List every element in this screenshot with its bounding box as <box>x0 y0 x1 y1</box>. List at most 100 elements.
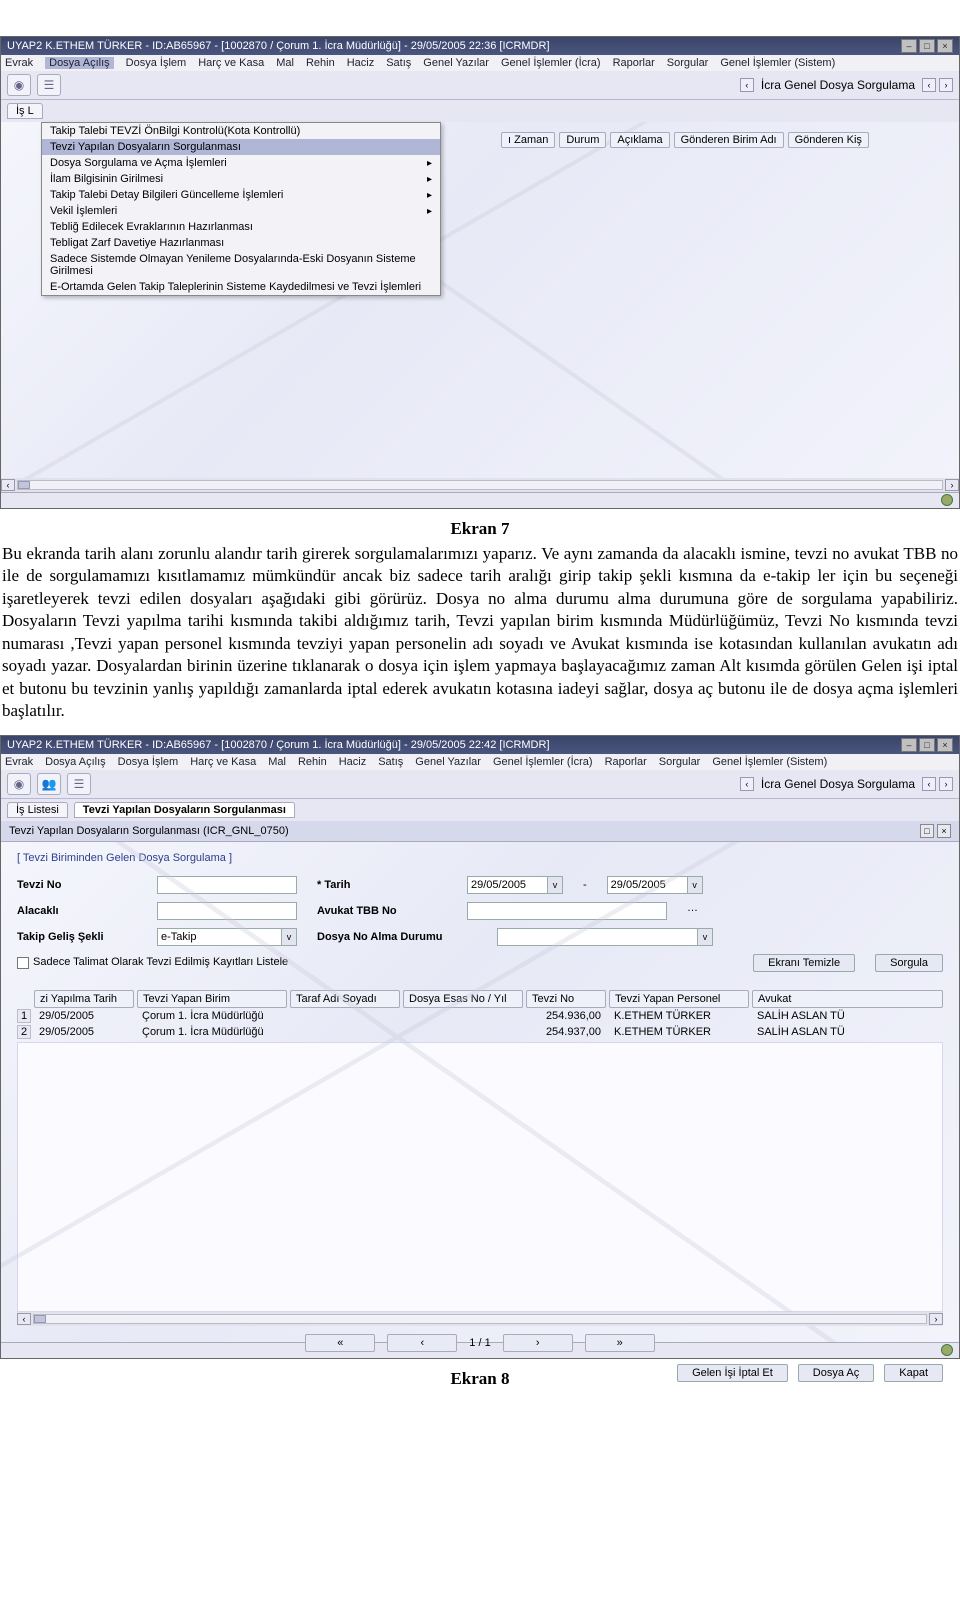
column-header[interactable]: Gönderen Birim Adı <box>674 132 784 148</box>
menu-item[interactable]: Dosya Açılış <box>45 57 114 69</box>
menu-item[interactable]: Rehin <box>306 57 335 69</box>
checkbox-icon[interactable] <box>17 957 29 969</box>
menu-item[interactable]: Harç ve Kasa <box>198 57 264 69</box>
dropdown-item[interactable]: Dosya Sorgulama ve Açma İşlemleri▸ <box>42 155 440 171</box>
menu-item[interactable]: Genel Yazılar <box>415 756 481 768</box>
menu-item[interactable]: Genel Yazılar <box>423 57 489 69</box>
horizontal-scrollbar[interactable]: ‹ › <box>17 1312 943 1326</box>
dropdown-item[interactable]: Vekil İşlemleri▸ <box>42 203 440 219</box>
menu-item[interactable]: Mal <box>276 57 294 69</box>
nav-next-button[interactable]: › <box>939 777 953 791</box>
dropdown-item[interactable]: E-Ortamda Gelen Takip Taleplerinin Siste… <box>42 279 440 295</box>
menu-item[interactable]: Satış <box>386 57 411 69</box>
column-header[interactable]: Tevzi No <box>526 990 606 1008</box>
takip-gelis-input[interactable]: e-Takip <box>157 928 281 946</box>
date-from-combo[interactable]: 29/05/2005v <box>467 876 563 894</box>
minimize-button[interactable]: – <box>901 39 917 53</box>
dosya-no-alma-combo[interactable]: v <box>497 928 713 946</box>
alacakli-input[interactable] <box>157 902 297 920</box>
menu-item[interactable]: Sorgular <box>667 57 709 69</box>
nav-prev-button[interactable]: ‹ <box>740 777 754 791</box>
column-header[interactable]: Açıklama <box>610 132 669 148</box>
nav-prev2-button[interactable]: ‹ <box>922 78 936 92</box>
dropdown-item[interactable]: Sadece Sistemde Olmayan Yenileme Dosyala… <box>42 251 440 279</box>
dropdown-item[interactable]: Tebliğ Edilecek Evraklarının Hazırlanmas… <box>42 219 440 235</box>
tab-is-listesi[interactable]: İş Listesi <box>7 802 68 818</box>
minimize-button[interactable]: – <box>901 738 917 752</box>
panel-max-button[interactable]: □ <box>920 824 934 838</box>
toolbar-icon[interactable]: ◉ <box>7 773 31 795</box>
menu-item[interactable]: Genel İşlemler (İcra) <box>493 756 593 768</box>
table-row[interactable]: 2 29/05/2005 Çorum 1. İcra Müdürlüğü 254… <box>17 1024 943 1040</box>
column-header[interactable]: Tevzi Yapan Personel <box>609 990 749 1008</box>
scroll-track[interactable] <box>17 480 943 490</box>
date-to-combo[interactable]: 29/05/2005v <box>607 876 703 894</box>
dropdown-item[interactable]: İlam Bilgisinin Girilmesi▸ <box>42 171 440 187</box>
nav-prev2-button[interactable]: ‹ <box>922 777 936 791</box>
maximize-button[interactable]: □ <box>919 738 935 752</box>
menu-item[interactable]: Genel İşlemler (Sistem) <box>720 57 835 69</box>
tab-is-listesi[interactable]: İş L <box>7 103 43 119</box>
horizontal-scrollbar[interactable]: ‹ › <box>1 478 959 492</box>
panel-close-button[interactable]: × <box>937 824 951 838</box>
toolbar-icon[interactable]: ☰ <box>67 773 91 795</box>
pager-first-button[interactable]: « <box>305 1334 375 1352</box>
checkbox-row[interactable]: Sadece Talimat Olarak Tevzi Edilmiş Kayı… <box>17 956 288 968</box>
lookup-button[interactable]: … <box>687 902 709 920</box>
menu-item[interactable]: Evrak <box>5 756 33 768</box>
scroll-thumb[interactable] <box>34 1315 46 1323</box>
menu-item[interactable]: Sorgular <box>659 756 701 768</box>
menu-item[interactable]: Raporlar <box>605 756 647 768</box>
column-header[interactable]: zi Yapılma Tarih <box>34 990 134 1008</box>
column-header[interactable]: Durum <box>559 132 606 148</box>
scroll-track[interactable] <box>33 1314 927 1324</box>
dropdown-item[interactable]: Tebligat Zarf Davetiye Hazırlanması <box>42 235 440 251</box>
menu-item[interactable]: Genel İşlemler (Sistem) <box>712 756 827 768</box>
menu-item[interactable]: Rehin <box>298 756 327 768</box>
dropdown-icon[interactable]: v <box>697 928 713 946</box>
toolbar-icon[interactable]: ☰ <box>37 74 61 96</box>
menu-item[interactable]: Haciz <box>339 756 367 768</box>
column-header[interactable]: Taraf Adı Soyadı <box>290 990 400 1008</box>
scroll-right-button[interactable]: › <box>929 1313 943 1325</box>
menu-item[interactable]: Dosya İşlem <box>118 756 179 768</box>
scroll-right-button[interactable]: › <box>945 479 959 491</box>
column-header[interactable]: Gönderen Kiş <box>788 132 869 148</box>
maximize-button[interactable]: □ <box>919 39 935 53</box>
dropdown-icon[interactable]: v <box>547 876 563 894</box>
dosya-no-alma-input[interactable] <box>497 928 697 946</box>
date-from-input[interactable]: 29/05/2005 <box>467 876 547 894</box>
pager-last-button[interactable]: » <box>585 1334 655 1352</box>
pager-next-button[interactable]: › <box>503 1334 573 1352</box>
dropdown-icon[interactable]: v <box>281 928 297 946</box>
dropdown-item[interactable]: Takip Talebi TEVZİ ÖnBilgi Kontrolü(Kota… <box>42 123 440 139</box>
scroll-thumb[interactable] <box>18 481 30 489</box>
table-row[interactable]: 1 29/05/2005 Çorum 1. İcra Müdürlüğü 254… <box>17 1008 943 1024</box>
scroll-left-button[interactable]: ‹ <box>1 479 15 491</box>
menu-item[interactable]: Mal <box>268 756 286 768</box>
avukat-tbb-input[interactable] <box>467 902 667 920</box>
nav-prev-button[interactable]: ‹ <box>740 78 754 92</box>
column-header[interactable]: Dosya Esas No / Yıl <box>403 990 523 1008</box>
clear-button[interactable]: Ekranı Temizle <box>753 954 855 972</box>
column-header[interactable]: ı Zaman <box>501 132 555 148</box>
tevzi-no-input[interactable] <box>157 876 297 894</box>
menu-item[interactable]: Raporlar <box>613 57 655 69</box>
menu-item[interactable]: Haciz <box>347 57 375 69</box>
scroll-left-button[interactable]: ‹ <box>17 1313 31 1325</box>
date-to-input[interactable]: 29/05/2005 <box>607 876 687 894</box>
takip-gelis-combo[interactable]: e-Takipv <box>157 928 297 946</box>
dropdown-item[interactable]: Tevzi Yapılan Dosyaların Sorgulanması <box>42 139 440 155</box>
pager-prev-button[interactable]: ‹ <box>387 1334 457 1352</box>
dropdown-item[interactable]: Takip Talebi Detay Bilgileri Güncelleme … <box>42 187 440 203</box>
close-button-bottom[interactable]: Kapat <box>884 1364 943 1382</box>
menu-item[interactable]: Evrak <box>5 57 33 69</box>
open-file-button[interactable]: Dosya Aç <box>798 1364 874 1382</box>
column-header[interactable]: Avukat <box>752 990 943 1008</box>
menu-item[interactable]: Harç ve Kasa <box>190 756 256 768</box>
menu-item[interactable]: Satış <box>378 756 403 768</box>
nav-next-button[interactable]: › <box>939 78 953 92</box>
close-button[interactable]: × <box>937 738 953 752</box>
close-button[interactable]: × <box>937 39 953 53</box>
dropdown-icon[interactable]: v <box>687 876 703 894</box>
